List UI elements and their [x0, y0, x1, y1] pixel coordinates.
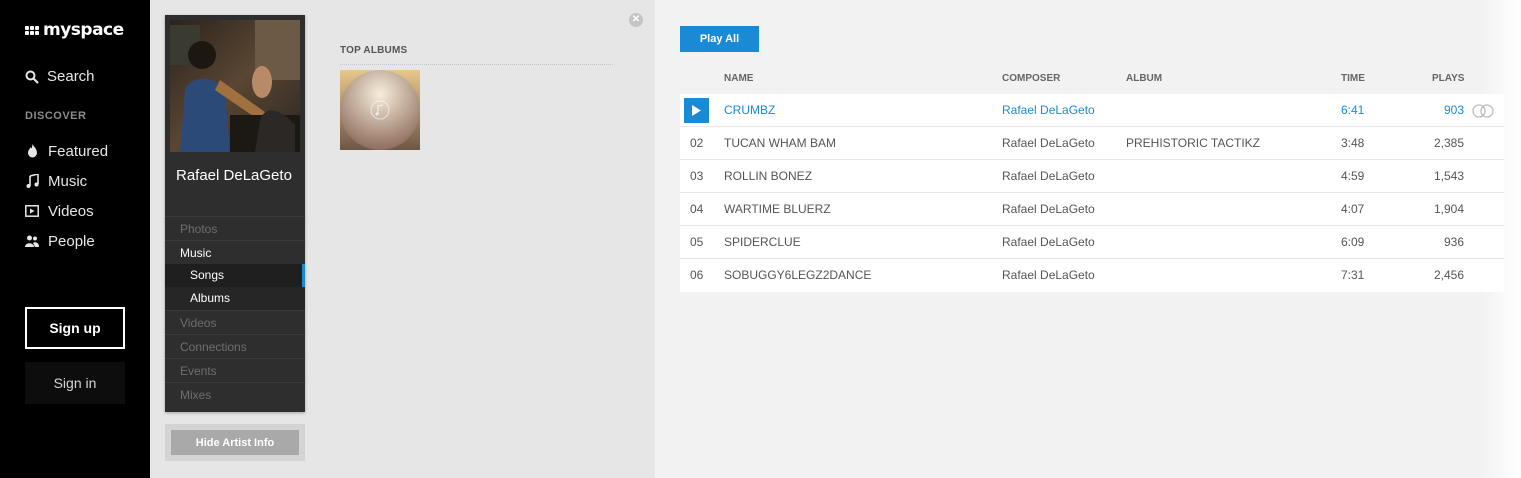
nav-item-label: People: [48, 232, 95, 250]
nav-item-music[interactable]: Music: [25, 166, 108, 196]
song-plays: 2,385: [1433, 136, 1464, 150]
song-plays: 1,904: [1433, 202, 1464, 216]
album-thumbnail[interactable]: [340, 70, 420, 150]
search-icon: [25, 70, 39, 84]
table-row[interactable]: 04 WARTIME BLUERZ Rafael DeLaGeto 4:07 1…: [680, 193, 1504, 226]
discover-heading: DISCOVER: [25, 110, 87, 122]
hide-artist-info-bar: Hide Artist Info: [165, 424, 305, 461]
song-time: 7:31: [1341, 268, 1365, 282]
nav-item-label: Music: [48, 172, 88, 190]
songs-table: CRUMBZ Rafael DeLaGeto 6:41 903 02 TUCAN…: [680, 94, 1504, 292]
artist-name: Rafael DeLaGeto: [176, 167, 292, 184]
table-row[interactable]: 02 TUCAN WHAM BAM Rafael DeLaGeto PREHIS…: [680, 127, 1504, 160]
artist-menu: Photos Music Songs Albums Videos Connect…: [165, 216, 305, 406]
nav-item-people[interactable]: People: [25, 226, 108, 256]
nav-item-label: Videos: [48, 202, 94, 220]
song-composer[interactable]: Rafael DeLaGeto: [1002, 193, 1095, 226]
song-album[interactable]: PREHISTORIC TACTIKZ: [1126, 127, 1260, 160]
top-albums-heading: TOP ALBUMS: [340, 45, 613, 65]
artist-menu-songs[interactable]: Songs: [165, 264, 305, 287]
songs-area: Play All NAME COMPOSER ALBUM TIME PLAYS …: [655, 0, 1521, 478]
hide-artist-info-button[interactable]: Hide Artist Info: [171, 430, 299, 455]
table-row[interactable]: 05 SPIDERCLUE Rafael DeLaGeto 6:09 936: [680, 226, 1504, 259]
song-composer[interactable]: Rafael DeLaGeto: [1002, 94, 1095, 127]
artist-menu-videos[interactable]: Videos: [165, 310, 305, 334]
song-time: 4:07: [1341, 202, 1365, 216]
connect-icon[interactable]: [1472, 104, 1494, 118]
songs-table-header: NAME COMPOSER ALBUM TIME PLAYS: [680, 73, 1504, 87]
song-plays: 2,456: [1433, 268, 1464, 282]
song-name[interactable]: SPIDERCLUE: [724, 226, 801, 259]
table-row[interactable]: CRUMBZ Rafael DeLaGeto 6:41 903: [680, 94, 1504, 127]
logo-mark-icon: [25, 25, 39, 35]
nav-item-featured[interactable]: Featured: [25, 136, 108, 166]
video-icon: [25, 204, 39, 218]
song-time: 6:41: [1341, 103, 1365, 117]
song-time: 4:59: [1341, 169, 1365, 183]
close-icon[interactable]: ✕: [629, 13, 643, 27]
track-number: 03: [690, 169, 704, 183]
nav-search[interactable]: Search: [25, 68, 95, 85]
artist-info-panel: ✕ Rafael DeLaGeto Photos Music Songs Alb…: [150, 0, 655, 478]
song-composer[interactable]: Rafael DeLaGeto: [1002, 160, 1095, 193]
artist-menu-albums[interactable]: Albums: [165, 287, 305, 310]
artist-menu-connections[interactable]: Connections: [165, 334, 305, 358]
song-composer[interactable]: Rafael DeLaGeto: [1002, 226, 1095, 259]
col-header-composer[interactable]: COMPOSER: [1002, 73, 1060, 84]
track-number: 06: [690, 268, 704, 282]
nav-item-videos[interactable]: Videos: [25, 196, 108, 226]
col-header-name[interactable]: NAME: [724, 73, 753, 84]
signup-button[interactable]: Sign up: [25, 307, 125, 349]
artist-menu-photos[interactable]: Photos: [165, 216, 305, 240]
song-plays: 936: [1443, 235, 1464, 249]
song-name[interactable]: WARTIME BLUERZ: [724, 193, 831, 226]
col-header-plays[interactable]: PLAYS: [1432, 73, 1464, 84]
song-name[interactable]: TUCAN WHAM BAM: [724, 127, 836, 160]
flame-icon: [25, 144, 39, 158]
song-composer[interactable]: Rafael DeLaGeto: [1002, 259, 1095, 292]
song-name[interactable]: ROLLIN BONEZ: [724, 160, 812, 193]
song-plays: 903: [1443, 103, 1464, 117]
artist-menu-music[interactable]: Music: [165, 240, 305, 264]
left-nav: myspace Search DISCOVER Featured Music V…: [0, 0, 150, 478]
col-header-time[interactable]: TIME: [1341, 73, 1365, 84]
song-plays: 1,543: [1433, 169, 1464, 183]
nav-search-label: Search: [47, 68, 95, 85]
logo-text: myspace: [43, 20, 124, 40]
song-name[interactable]: CRUMBZ: [724, 94, 775, 127]
song-composer[interactable]: Rafael DeLaGeto: [1002, 127, 1095, 160]
play-all-button[interactable]: Play All: [680, 26, 759, 52]
col-header-album[interactable]: ALBUM: [1126, 73, 1162, 84]
song-name[interactable]: SOBUGGY6LEGZ2DANCE: [724, 259, 871, 292]
artist-menu-events[interactable]: Events: [165, 358, 305, 382]
signin-button[interactable]: Sign in: [25, 362, 125, 404]
music-note-icon: [25, 174, 39, 188]
artist-card: Rafael DeLaGeto Photos Music Songs Album…: [165, 15, 305, 412]
song-time: 3:48: [1341, 136, 1365, 150]
track-number: 02: [690, 136, 704, 150]
table-row[interactable]: 03 ROLLIN BONEZ Rafael DeLaGeto 4:59 1,5…: [680, 160, 1504, 193]
artist-photo[interactable]: [170, 20, 300, 152]
track-number: 05: [690, 235, 704, 249]
play-icon[interactable]: [684, 98, 709, 123]
track-number: 04: [690, 202, 704, 216]
nav-item-label: Featured: [48, 142, 109, 160]
artist-menu-mixes[interactable]: Mixes: [165, 382, 305, 406]
song-time: 6:09: [1341, 235, 1365, 249]
myspace-logo[interactable]: myspace: [25, 20, 124, 40]
table-row[interactable]: 06 SOBUGGY6LEGZ2DANCE Rafael DeLaGeto 7:…: [680, 259, 1504, 292]
people-icon: [25, 234, 39, 248]
